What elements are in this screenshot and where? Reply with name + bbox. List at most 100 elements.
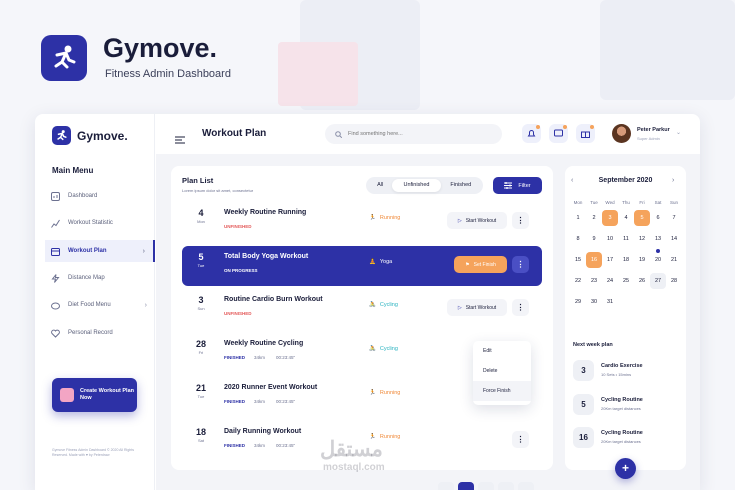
more-options-icon[interactable]: ⋮ — [512, 299, 529, 316]
calendar-day[interactable]: 15 — [570, 252, 586, 268]
calendar-day[interactable]: 1 — [570, 210, 586, 226]
page-button[interactable] — [458, 482, 474, 490]
calendar-day[interactable]: 10 — [602, 231, 618, 247]
sidebar-item-distance-map[interactable]: Distance Map — [45, 267, 155, 289]
table-row[interactable]: 4 Mon Weekly Routine Running UNFINISHED 🏃… — [182, 202, 542, 242]
user-role: Super Admin — [637, 136, 660, 141]
sidebar-item-dashboard[interactable]: Dashboard — [45, 185, 155, 207]
page-button[interactable] — [438, 482, 454, 490]
calendar-day[interactable]: 2 — [586, 210, 602, 226]
status-badge: FINISHED — [224, 443, 246, 448]
calendar-day[interactable]: 26 — [634, 273, 650, 289]
tab-finished[interactable]: Finished — [441, 179, 481, 192]
avatar[interactable] — [612, 124, 631, 143]
weekday-label: Thu — [622, 200, 630, 205]
weekday-label: Mon — [573, 200, 583, 205]
tab-unfinished[interactable]: Unfinished — [392, 179, 441, 192]
calendar-day[interactable]: 16 — [586, 252, 602, 268]
calendar-day[interactable]: 11 — [618, 231, 634, 247]
create-workout-plan-button[interactable]: Create Workout Plan Now — [52, 378, 137, 412]
calendar-day[interactable]: 30 — [586, 294, 602, 310]
calendar-day[interactable]: 23 — [586, 273, 602, 289]
row-title: 2020 Runner Event Workout — [224, 384, 318, 391]
runner-icon — [52, 126, 71, 145]
plan-name: Cardio Exercise — [601, 363, 643, 369]
chevron-right-icon[interactable]: › — [672, 177, 674, 184]
more-options-icon[interactable]: ⋮ — [512, 256, 529, 273]
row-date: 4 Mon — [197, 208, 205, 224]
calendar-day[interactable]: 27 — [650, 273, 666, 289]
page-button[interactable] — [478, 482, 494, 490]
app-window: Gymove. Main Menu Dashboard Workout Stat… — [35, 114, 700, 490]
calendar-day[interactable]: 7 — [666, 210, 682, 226]
heart-icon — [51, 329, 60, 338]
chevron-right-icon: › — [144, 301, 147, 309]
list-item[interactable]: 3 Cardio Exercise 10 Sets • 15mins — [573, 360, 683, 382]
weekday-label: Fri — [639, 200, 645, 205]
gift-icon — [581, 131, 590, 138]
calendar-day[interactable]: 17 — [602, 252, 618, 268]
table-row[interactable]: 5 Tue Total Body Yoga Workout ON PROGRESS… — [182, 246, 542, 286]
more-options-icon[interactable]: ⋮ — [512, 212, 529, 229]
calendar-day[interactable]: 14 — [666, 231, 682, 247]
tab-all[interactable]: All — [368, 179, 392, 192]
calendar-day[interactable]: 31 — [602, 294, 618, 310]
next-week-title: Next week plan — [573, 342, 613, 348]
page-button[interactable] — [498, 482, 514, 490]
status-badge: FINISHED — [224, 399, 246, 404]
lightning-icon — [51, 273, 60, 283]
start-workout-button[interactable]: ▷ Start Workout — [447, 299, 507, 316]
calendar-day[interactable]: 24 — [602, 273, 618, 289]
row-distance: 34km — [254, 443, 266, 448]
list-item[interactable]: 16 Cycling Routine 20Km target distances — [573, 427, 683, 449]
sidebar-brand[interactable]: Gymove. — [52, 126, 128, 145]
calendar-day[interactable]: 12 — [634, 231, 650, 247]
calendar-day[interactable]: 28 — [666, 273, 682, 289]
calendar-day[interactable]: 3 — [602, 210, 618, 226]
calendar-day[interactable]: 6 — [650, 210, 666, 226]
sidebar-item-label: Personal Record — [68, 330, 113, 336]
running-icon: 🏃 — [369, 215, 376, 221]
row-distance: 34km — [254, 399, 266, 404]
menu-item-edit[interactable]: Edit — [473, 341, 531, 361]
calendar-day[interactable]: 4 — [618, 210, 634, 226]
search-bar[interactable] — [325, 124, 502, 144]
dashboard-icon — [51, 191, 60, 201]
sidebar-item-label: Diet Food Menu — [68, 302, 111, 308]
more-options-icon[interactable]: ⋮ — [512, 431, 529, 448]
calendar-day[interactable]: 22 — [570, 273, 586, 289]
filter-button[interactable]: Filter — [493, 177, 542, 194]
notification-button[interactable] — [522, 124, 541, 143]
calendar-day[interactable]: 13 — [650, 231, 666, 247]
calendar-day[interactable]: 20 — [650, 249, 666, 268]
calendar-day[interactable]: 19 — [634, 252, 650, 268]
start-workout-button[interactable]: ▷ Start Workout — [447, 212, 507, 229]
calendar-day[interactable]: 9 — [586, 231, 602, 247]
menu-item-delete[interactable]: Delete — [473, 361, 531, 381]
calendar-day[interactable]: 29 — [570, 294, 586, 310]
runner-icon — [54, 45, 76, 69]
list-item[interactable]: 5 Cycling Routine 20Km target distances — [573, 394, 683, 416]
add-plan-button[interactable]: + — [615, 458, 636, 479]
calendar-day[interactable]: 5 — [634, 210, 650, 226]
page-button[interactable] — [518, 482, 534, 490]
table-row[interactable]: 3 Sun Routine Cardio Burn Workout UNFINIS… — [182, 289, 542, 329]
sidebar-item-personal-record[interactable]: Personal Record — [45, 322, 155, 344]
sidebar-item-diet-food-menu[interactable]: Diet Food Menu › — [45, 294, 155, 316]
menu-item-force-finish[interactable]: Force Finish — [473, 381, 531, 401]
messages-button[interactable] — [549, 124, 568, 143]
calendar-day[interactable]: 8 — [570, 231, 586, 247]
search-input[interactable] — [348, 131, 498, 137]
gift-button[interactable] — [576, 124, 595, 143]
calendar-day[interactable]: 18 — [618, 252, 634, 268]
set-finish-button[interactable]: ⚑ Set Finish — [454, 256, 507, 273]
sidebar-item-workout-statistic[interactable]: Workout Statistic — [45, 212, 155, 234]
chevron-down-icon[interactable]: ⌄ — [676, 129, 681, 136]
weekday-label: Wed — [605, 200, 615, 205]
watermark-latin: mostaql.com — [323, 462, 385, 473]
calendar-day[interactable]: 21 — [666, 252, 682, 268]
calendar-day[interactable]: 25 — [618, 273, 634, 289]
hamburger-icon[interactable] — [175, 131, 185, 144]
sidebar-item-workout-plan[interactable]: Workout Plan › — [45, 240, 155, 262]
sidebar-item-label: Dashboard — [68, 193, 98, 199]
